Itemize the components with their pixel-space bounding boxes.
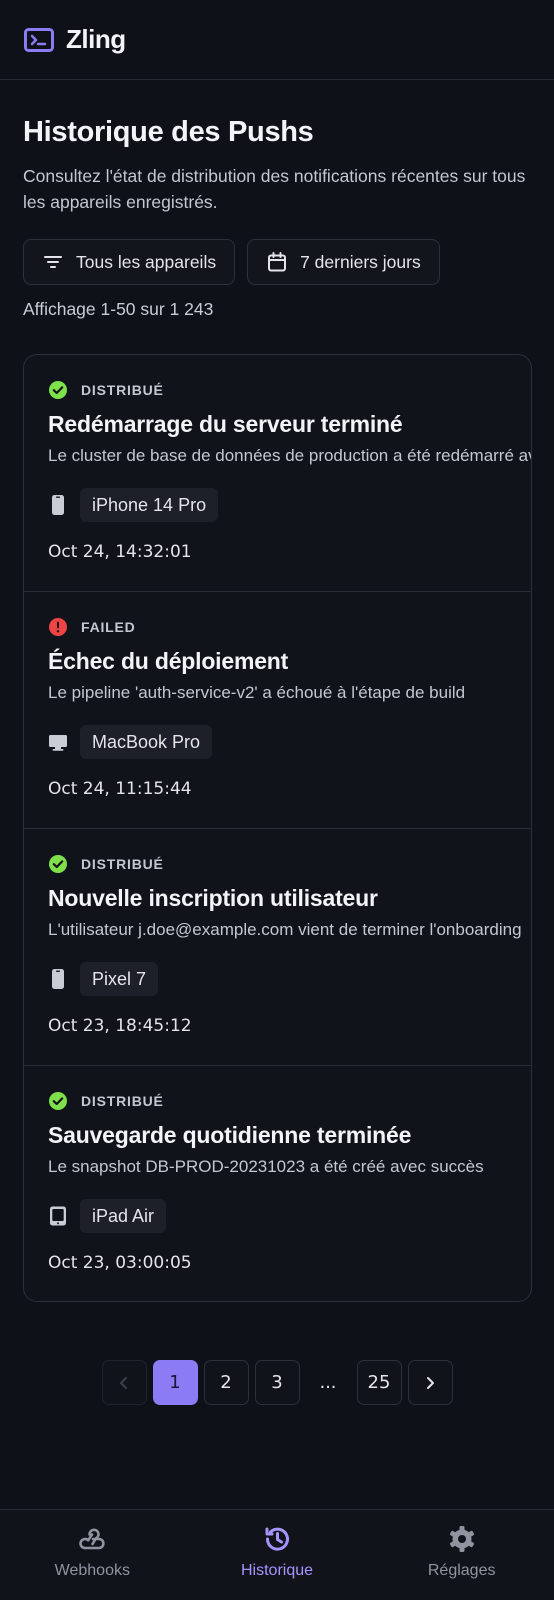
device-row: MacBook Pro (48, 725, 531, 759)
tablet-icon (50, 1206, 66, 1226)
device-chip: Pixel 7 (80, 962, 159, 996)
bottom-navigation: Webhooks Historique Réglages (0, 1509, 554, 1600)
status-text: DISTRIBUÉ (81, 856, 164, 872)
page-button-2[interactable]: 2 (203, 1360, 249, 1405)
status-text: DISTRIBUÉ (81, 382, 164, 398)
pagination: 1 2 3 ... 25 (23, 1360, 531, 1405)
status-text: FAILED (81, 619, 136, 635)
phone-icon (52, 495, 64, 515)
date-range-label: 7 derniers jours (300, 251, 421, 272)
alert-circle-icon (49, 618, 67, 636)
device-filter-button[interactable]: Tous les appareils (23, 239, 236, 285)
terminal-logo-icon (24, 27, 54, 52)
nav-item-historique[interactable]: Historique (185, 1510, 370, 1600)
device-row: iPad Air (48, 1199, 531, 1233)
main-content: Historique des Pushs Consultez l'état de… (0, 80, 554, 1405)
device-row: iPhone 14 Pro (48, 488, 531, 522)
page-description: Consultez l'état de distribution des not… (23, 166, 526, 212)
date-range-button[interactable]: 7 derniers jours (247, 239, 440, 285)
check-circle-icon (49, 1092, 67, 1110)
notification-title: Sauvegarde quotidienne terminée (48, 1122, 412, 1148)
phone-icon (52, 969, 64, 989)
filter-icon (44, 256, 62, 268)
check-circle-icon (49, 855, 67, 873)
notification-timestamp: Oct 23, 03:00:05 (48, 1253, 192, 1273)
page-button-1[interactable]: 1 (152, 1360, 198, 1405)
results-count: Affichage 1-50 sur 1 243 (23, 299, 214, 319)
page-title: Historique des Pushs (23, 116, 314, 148)
page-button-3[interactable]: 3 (254, 1360, 300, 1405)
notification-message: Le snapshot DB-PROD-20231023 a été créé … (48, 1157, 484, 1176)
webhook-icon (79, 1528, 106, 1550)
notification-item[interactable]: DISTRIBUÉ Redémarrage du serveur terminé… (24, 355, 531, 592)
notification-item[interactable]: DISTRIBUÉ Sauvegarde quotidienne terminé… (24, 1066, 531, 1301)
gear-icon (449, 1526, 474, 1552)
status-badge: DISTRIBUÉ (48, 853, 531, 875)
device-chip: iPad Air (80, 1199, 167, 1233)
page-button-last[interactable]: 25 (356, 1360, 402, 1405)
calendar-icon (268, 252, 287, 272)
notification-message: L'utilisateur j.doe@example.com vient de… (48, 920, 522, 939)
nav-item-webhooks[interactable]: Webhooks (0, 1510, 185, 1600)
device-filter-label: Tous les appareils (76, 251, 217, 272)
status-text: DISTRIBUÉ (81, 1093, 164, 1109)
next-page-button[interactable] (407, 1360, 453, 1405)
history-icon (265, 1527, 289, 1551)
chevron-right-icon (427, 1376, 434, 1389)
notification-title: Nouvelle inscription utilisateur (48, 885, 378, 911)
notification-list: DISTRIBUÉ Redémarrage du serveur terminé… (23, 354, 532, 1302)
laptop-icon (49, 735, 67, 751)
device-row: Pixel 7 (48, 962, 531, 996)
notification-timestamp: Oct 24, 14:32:01 (48, 542, 192, 562)
notification-message: Le pipeline 'auth-service-v2' a échoué à… (48, 683, 466, 702)
status-badge: FAILED (48, 616, 531, 638)
status-badge: DISTRIBUÉ (48, 379, 531, 401)
notification-message: Le cluster de base de données de product… (48, 446, 531, 465)
prev-page-button[interactable] (101, 1360, 147, 1405)
status-badge: DISTRIBUÉ (48, 1090, 531, 1112)
notification-title: Échec du déploiement (48, 648, 289, 674)
notification-item[interactable]: DISTRIBUÉ Nouvelle inscription utilisate… (24, 829, 531, 1066)
nav-label: Historique (240, 1562, 314, 1579)
app-name: Zling (66, 24, 126, 54)
page-ellipsis: ... (319, 1371, 337, 1393)
notification-timestamp: Oct 24, 11:15:44 (48, 779, 192, 799)
check-circle-icon (49, 381, 67, 399)
notification-timestamp: Oct 23, 18:45:12 (48, 1016, 192, 1036)
chevron-left-icon (120, 1376, 127, 1389)
device-chip: MacBook Pro (80, 725, 213, 759)
device-chip: iPhone 14 Pro (80, 488, 219, 522)
filter-bar: Tous les appareils 7 derniers jours (23, 239, 531, 285)
notification-item[interactable]: FAILED Échec du déploiement Le pipeline … (24, 592, 531, 829)
nav-label: Réglages (427, 1562, 496, 1579)
nav-label: Webhooks (54, 1562, 130, 1579)
app-header: Zling (0, 0, 554, 80)
nav-item-reglages[interactable]: Réglages (369, 1510, 554, 1600)
notification-title: Redémarrage du serveur terminé (48, 411, 403, 437)
